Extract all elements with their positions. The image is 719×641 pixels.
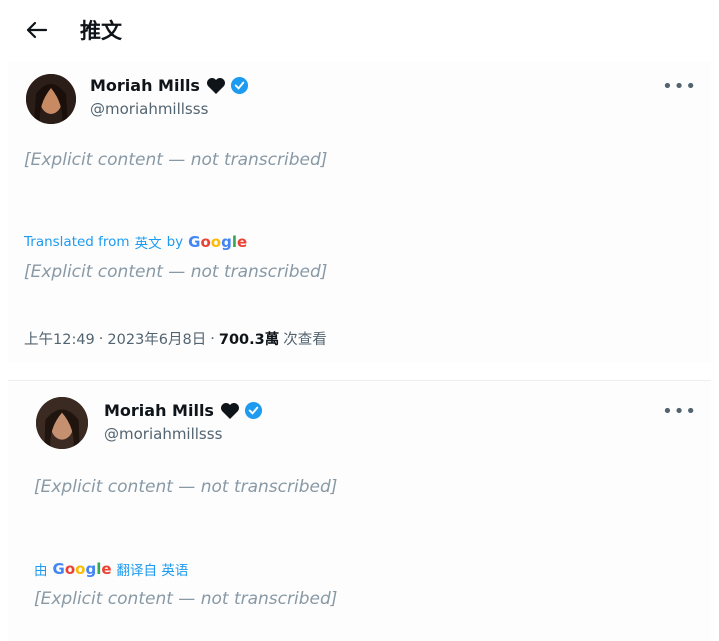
avatar[interactable] — [26, 74, 76, 124]
translation-text: [Explicit content — not transcribed] — [24, 262, 328, 282]
black-heart-icon — [220, 402, 240, 420]
tweet-meta: 上午12:49 · 2023年6月8日 · 700.3萬 次查看 — [24, 328, 327, 349]
google-logo: Google — [52, 560, 112, 578]
display-name[interactable]: Moriah Mills — [90, 76, 200, 95]
more-dots-icon[interactable]: ••• — [662, 401, 697, 422]
tweet-text: [Explicit content — not transcribed] — [34, 477, 338, 497]
handle[interactable]: @moriahmillsss — [104, 425, 222, 443]
verified-badge-icon — [244, 401, 263, 420]
tweet-text: [Explicit content — not transcribed] — [24, 150, 328, 170]
view-count-label: 次查看 — [283, 332, 327, 348]
translation-text: [Explicit content — not transcribed] — [34, 589, 338, 609]
google-logo: Google — [188, 233, 248, 251]
handle[interactable]: @moriahmillsss — [90, 100, 208, 118]
tweet-time[interactable]: 上午12:49 — [24, 328, 95, 349]
verified-badge-icon — [230, 76, 249, 95]
black-heart-icon — [206, 77, 226, 95]
translated-from-label[interactable]: Translated from 英文 by Google — [24, 232, 247, 252]
more-dots-icon[interactable]: ••• — [662, 76, 697, 97]
avatar[interactable] — [36, 397, 88, 449]
arrow-left-icon[interactable] — [22, 15, 52, 45]
tweet-card[interactable]: Moriah Mills @moriahmillsss ••• [Explici… — [8, 62, 711, 362]
top-bar: 推文 — [0, 0, 719, 60]
display-name[interactable]: Moriah Mills — [104, 401, 214, 420]
view-count: 700.3萬 — [218, 332, 280, 348]
page-title: 推文 — [80, 19, 122, 43]
tweet-card[interactable]: Moriah Mills @moriahmillsss ••• [Explici… — [8, 380, 711, 641]
tweet-date[interactable]: 2023年6月8日 — [107, 328, 206, 349]
translated-from-label[interactable]: 由 Google 翻译自 英语 — [34, 559, 188, 579]
